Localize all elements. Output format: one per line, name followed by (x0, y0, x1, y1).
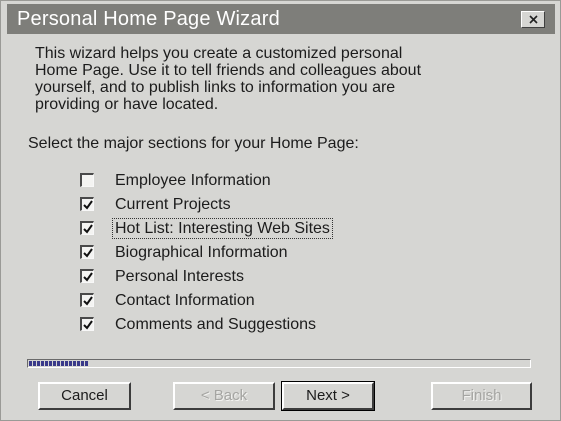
back-button[interactable]: < Back (173, 382, 275, 410)
section-option-label: Employee Information (115, 172, 271, 189)
section-checkbox[interactable] (80, 221, 94, 235)
checkmark-icon (83, 248, 93, 258)
section-option-label: Personal Interests (115, 268, 244, 285)
section-option[interactable]: Comments and Suggestions (77, 315, 407, 335)
section-option-label: Current Projects (115, 196, 231, 213)
section-prompt: Select the major sections for your Home … (28, 135, 359, 152)
section-option[interactable]: Biographical Information (77, 243, 407, 263)
section-checkbox[interactable] (80, 197, 94, 211)
checkmark-icon (83, 200, 93, 210)
section-checkbox[interactable] (80, 245, 94, 259)
section-checkbox[interactable] (80, 269, 94, 283)
section-option[interactable]: Current Projects (77, 195, 407, 215)
section-checkbox[interactable] (80, 173, 94, 187)
section-option-label: Hot List: Interesting Web Sites (112, 218, 333, 239)
section-checkbox[interactable] (80, 293, 94, 307)
checkmark-icon (83, 272, 93, 282)
progress-bar (27, 359, 531, 368)
checkmark-icon (83, 296, 93, 306)
finish-button[interactable]: Finish (431, 382, 532, 410)
section-checkbox[interactable] (80, 317, 94, 331)
wizard-dialog: Personal Home Page Wizard This wizard he… (0, 0, 561, 421)
cancel-button[interactable]: Cancel (38, 382, 131, 410)
section-option-label: Contact Information (115, 292, 255, 309)
progress-fill (29, 361, 89, 366)
section-option-label: Biographical Information (115, 244, 288, 261)
section-option[interactable]: Hot List: Interesting Web Sites (77, 218, 407, 239)
section-option[interactable]: Employee Information (77, 171, 407, 191)
section-option[interactable]: Personal Interests (77, 267, 407, 287)
section-option-label: Comments and Suggestions (115, 316, 316, 333)
title-bar: Personal Home Page Wizard (7, 4, 555, 34)
next-button[interactable]: Next > (281, 381, 375, 411)
close-button[interactable] (521, 11, 545, 28)
close-icon (529, 15, 538, 24)
intro-text: This wizard helps you create a customize… (35, 45, 422, 113)
section-option[interactable]: Contact Information (77, 291, 407, 311)
window-title: Personal Home Page Wizard (17, 8, 280, 30)
checkmark-icon (83, 224, 93, 234)
checkmark-icon (83, 320, 93, 330)
